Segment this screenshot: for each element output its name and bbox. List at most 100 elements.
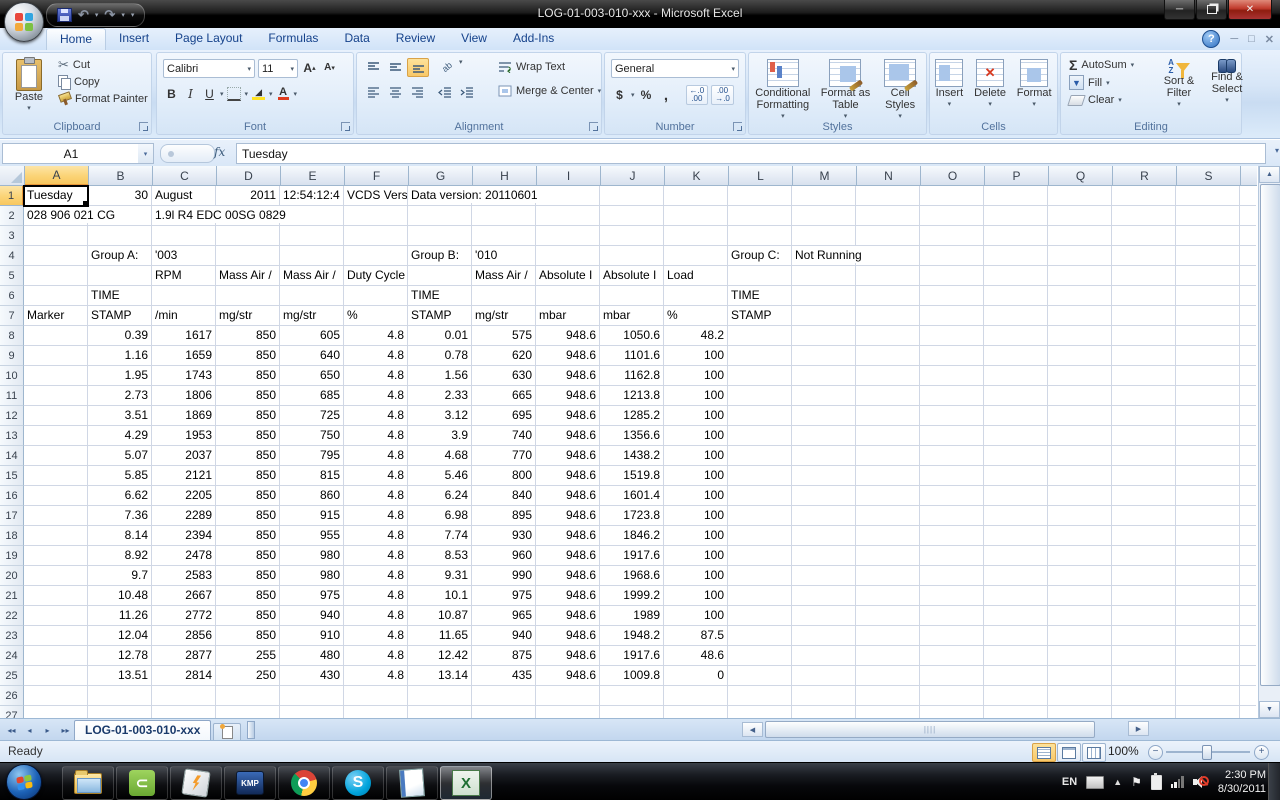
cell-K11[interactable]: 100	[664, 386, 728, 406]
cell-N7[interactable]	[856, 306, 920, 326]
orientation-dropdown-icon[interactable]: ▾	[459, 58, 463, 77]
cell-H27[interactable]	[472, 706, 536, 718]
cell-I26[interactable]	[536, 686, 600, 706]
cell-H2[interactable]	[472, 206, 536, 226]
workbook-close-icon[interactable]: ✕	[1265, 33, 1274, 46]
cell-N19[interactable]	[856, 546, 920, 566]
cell-H11[interactable]: 665	[472, 386, 536, 406]
cell-F5[interactable]: Duty Cycle	[344, 266, 408, 286]
row-header-17[interactable]: 17	[0, 506, 24, 526]
cell-L7[interactable]: STAMP	[728, 306, 792, 326]
cell-C26[interactable]	[152, 686, 216, 706]
normal-view-button[interactable]	[1032, 743, 1056, 762]
cell-E16[interactable]: 860	[280, 486, 344, 506]
cell-R10[interactable]	[1112, 366, 1176, 386]
cell-Q9[interactable]	[1048, 346, 1112, 366]
cell-M12[interactable]	[792, 406, 856, 426]
cell-B16[interactable]: 6.62	[88, 486, 152, 506]
cell-E10[interactable]: 650	[280, 366, 344, 386]
select-all-button[interactable]	[0, 166, 25, 186]
cell-O11[interactable]	[920, 386, 984, 406]
redo-dropdown-icon[interactable]: ▾	[121, 11, 125, 19]
row-header-13[interactable]: 13	[0, 426, 24, 446]
cell-Q4[interactable]	[1048, 246, 1112, 266]
cell-S15[interactable]	[1176, 466, 1240, 486]
cell-P21[interactable]	[984, 586, 1048, 606]
column-header-C[interactable]: C	[153, 166, 217, 186]
cell-I3[interactable]	[536, 226, 600, 246]
clipboard-dialog-launcher-icon[interactable]	[139, 122, 148, 131]
cell-C5[interactable]: RPM	[152, 266, 216, 286]
cell-G19[interactable]: 8.53	[408, 546, 472, 566]
cell-C22[interactable]: 2772	[152, 606, 216, 626]
cell-B1[interactable]: 30	[88, 186, 152, 206]
column-header-E[interactable]: E	[281, 166, 345, 186]
cell-M22[interactable]	[792, 606, 856, 626]
number-dialog-launcher-icon[interactable]	[733, 122, 742, 131]
cell-A20[interactable]	[24, 566, 88, 586]
column-header-S[interactable]: S	[1177, 166, 1241, 186]
cell-A9[interactable]	[24, 346, 88, 366]
cell-L11[interactable]	[728, 386, 792, 406]
cell-Q2[interactable]	[1048, 206, 1112, 226]
fill-handle[interactable]	[82, 200, 88, 206]
cell-I24[interactable]: 948.6	[536, 646, 600, 666]
cell-P7[interactable]	[984, 306, 1048, 326]
cell-P26[interactable]	[984, 686, 1048, 706]
cell-D22[interactable]: 850	[216, 606, 280, 626]
cell-J1[interactable]	[600, 186, 664, 206]
office-button[interactable]	[4, 2, 44, 42]
cell-K7[interactable]: %	[664, 306, 728, 326]
cell-D13[interactable]: 850	[216, 426, 280, 446]
cell-M15[interactable]	[792, 466, 856, 486]
cell-K19[interactable]: 100	[664, 546, 728, 566]
cell-L8[interactable]	[728, 326, 792, 346]
cell-B26[interactable]	[88, 686, 152, 706]
cell-P13[interactable]	[984, 426, 1048, 446]
cell-B4[interactable]: Group A:	[88, 246, 152, 266]
cell-F21[interactable]: 4.8	[344, 586, 408, 606]
tab-home[interactable]: Home	[46, 28, 106, 51]
cell-H22[interactable]: 965	[472, 606, 536, 626]
tray-expand-icon[interactable]: ▲	[1113, 777, 1122, 787]
format-as-table-button[interactable]: Format as Table▾	[817, 56, 873, 126]
help-icon[interactable]: ?	[1202, 30, 1220, 48]
row-header-18[interactable]: 18	[0, 526, 24, 546]
cell-R2[interactable]	[1112, 206, 1176, 226]
tab-split-handle[interactable]	[247, 721, 255, 739]
cell-R14[interactable]	[1112, 446, 1176, 466]
cell-M8[interactable]	[792, 326, 856, 346]
cell-C24[interactable]: 2877	[152, 646, 216, 666]
cell-G4[interactable]: Group B:	[408, 246, 472, 266]
cell-I27[interactable]	[536, 706, 600, 718]
cell-E17[interactable]: 915	[280, 506, 344, 526]
cell-R19[interactable]	[1112, 546, 1176, 566]
cell-N23[interactable]	[856, 626, 920, 646]
cell-J18[interactable]: 1846.2	[600, 526, 664, 546]
row-header-9[interactable]: 9	[0, 346, 24, 366]
cell-J27[interactable]	[600, 706, 664, 718]
cell-F22[interactable]: 4.8	[344, 606, 408, 626]
insert-cells-button[interactable]: Insert▾	[933, 56, 965, 114]
cell-M5[interactable]	[792, 266, 856, 286]
cell-G23[interactable]: 11.65	[408, 626, 472, 646]
workbook-minimize-icon[interactable]: ─	[1230, 33, 1238, 45]
cell-C9[interactable]: 1659	[152, 346, 216, 366]
accounting-dropdown-icon[interactable]: ▾	[631, 91, 635, 99]
cell-G6[interactable]: TIME	[408, 286, 472, 306]
page-layout-view-button[interactable]	[1057, 743, 1081, 762]
cell-M14[interactable]	[792, 446, 856, 466]
cell-B22[interactable]: 11.26	[88, 606, 152, 626]
row-header-11[interactable]: 11	[0, 386, 24, 406]
cell-A15[interactable]	[24, 466, 88, 486]
cell-O17[interactable]	[920, 506, 984, 526]
cell-H4[interactable]: '010	[472, 246, 536, 266]
cell-N17[interactable]	[856, 506, 920, 526]
cell-B6[interactable]: TIME	[88, 286, 152, 306]
close-button[interactable]: ✕	[1228, 0, 1272, 20]
cell-R11[interactable]	[1112, 386, 1176, 406]
cell-H14[interactable]: 770	[472, 446, 536, 466]
cell-A11[interactable]	[24, 386, 88, 406]
cell-S18[interactable]	[1176, 526, 1240, 546]
cell-C18[interactable]: 2394	[152, 526, 216, 546]
